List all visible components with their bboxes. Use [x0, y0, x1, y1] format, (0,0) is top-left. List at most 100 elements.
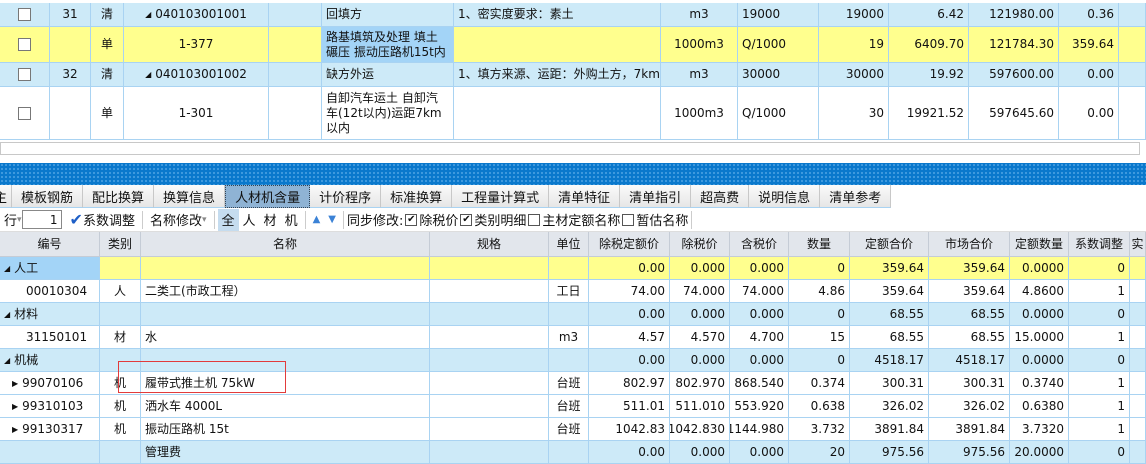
filter-1[interactable]: 人	[239, 209, 260, 231]
collapse-triangle-icon[interactable]: ◢	[145, 7, 151, 22]
blank-cell	[1119, 3, 1146, 26]
collapse-triangle-icon[interactable]: ◢	[4, 353, 10, 368]
checkbox[interactable]	[622, 213, 635, 226]
tab-10[interactable]: 超高费	[691, 185, 750, 208]
value-text: 802.97	[623, 375, 665, 390]
dropdown-icon: ▾	[201, 214, 207, 225]
value-text: 300.31	[882, 375, 924, 390]
cell: 68.55	[850, 326, 929, 348]
column-header[interactable]: 编号	[0, 232, 100, 256]
checkbox[interactable]: ✔	[460, 213, 473, 226]
group-row[interactable]: ◢ 材料 0.00 0.000 0.000 0 68.55 68.55 0.0000 0	[0, 303, 1146, 326]
filter-2[interactable]: 材	[260, 209, 281, 231]
cell	[430, 418, 549, 440]
value-text: 68.55	[889, 306, 924, 321]
qty-cell-text: 19	[868, 37, 884, 51]
column-header[interactable]: 单位	[549, 232, 589, 256]
qty-cell-text: 19000	[845, 7, 884, 21]
column-header[interactable]: 系数调整	[1069, 232, 1130, 256]
value-text: 4518.17	[874, 352, 924, 367]
value-text: 0.374	[810, 375, 845, 390]
tab-0[interactable]: 主	[0, 185, 13, 208]
row-selector[interactable]: 行 ▾ 1	[0, 209, 66, 231]
checkbox[interactable]: ✔	[405, 213, 418, 226]
collapse-triangle-icon[interactable]: ◢	[145, 67, 151, 82]
expr-cell-text: 19000	[742, 7, 781, 21]
expand-triangle-icon[interactable]: ▶	[12, 399, 18, 414]
name-modify-label: 名称修改	[149, 214, 202, 229]
row-checkbox[interactable]	[18, 106, 31, 120]
tab-2[interactable]: 配比换算	[83, 185, 155, 208]
table-row[interactable]: ▶ 99310103 机 洒水车 4000L 台班 511.01 511.010 553.92…	[0, 395, 1146, 418]
move-up-icon[interactable]: ▲	[309, 209, 325, 231]
tab-8[interactable]: 清单特征	[549, 185, 621, 208]
tab-12[interactable]: 清单参考	[820, 185, 892, 208]
tab-1[interactable]: 模板钢筋	[12, 185, 84, 208]
filter-3[interactable]: 机	[281, 209, 302, 231]
filter-0[interactable]: 全	[217, 208, 239, 231]
expand-triangle-icon[interactable]: ▶	[12, 422, 18, 437]
table-row[interactable]: 00010304 人 二类工(市政工程） 工日 74.00 74.000 74.000 4.8…	[0, 280, 1146, 303]
checkbox[interactable]	[0, 3, 50, 26]
cell: 1	[1069, 395, 1130, 417]
row-count-input[interactable]: 1	[21, 210, 62, 229]
cell: 326.02	[850, 395, 929, 417]
column-header[interactable]: 名称	[141, 232, 430, 256]
table-row[interactable]: 管理费 0.00 0.000 0.000 20 975.56 975.56 20.0000 0	[0, 441, 1146, 464]
checkbox[interactable]	[0, 63, 50, 86]
sync-option[interactable]: ✔ 类别明细	[458, 209, 526, 231]
tab-11[interactable]: 说明信息	[749, 185, 821, 208]
tab-3[interactable]: 换算信息	[154, 185, 226, 208]
coef-adjust-button[interactable]: ✔ 系数调整	[66, 209, 139, 231]
row-checkbox[interactable]	[18, 8, 31, 21]
extra-cell: 0.00	[1059, 63, 1119, 86]
cell: 975.56	[850, 441, 929, 463]
type-cell: 单	[91, 27, 124, 62]
tab-4[interactable]: 人材机含量	[225, 185, 311, 208]
column-header[interactable]: 实	[1130, 232, 1146, 256]
horizontal-scrollbar[interactable]	[0, 142, 1140, 155]
sync-option[interactable]: 主材定额名称	[526, 209, 620, 231]
qty-cell: 19000	[819, 3, 889, 26]
value-text: 868.540	[734, 375, 784, 390]
column-header[interactable]: 市场合价	[929, 232, 1010, 256]
table-row[interactable]: 单 1-301 自卸汽车运土 自卸汽车(12t以内)运距7km以内 1000m3 Q/1…	[0, 87, 1146, 140]
column-header[interactable]: 规格	[430, 232, 549, 256]
cell: 0.000	[730, 441, 789, 463]
tab-7[interactable]: 工程量计算式	[452, 185, 550, 208]
row-checkbox[interactable]	[18, 38, 31, 51]
column-header[interactable]: 数量	[789, 232, 850, 256]
feature-cell-text: 1、密实度要求：素土	[458, 7, 574, 21]
move-down-icon[interactable]: ▼	[324, 209, 340, 231]
collapse-triangle-icon[interactable]: ◢	[4, 261, 10, 276]
tab-5[interactable]: 计价程序	[310, 185, 382, 208]
table-row[interactable]: 31 清 ◢ 040103001001 回填方 1、密实度要求：素土 m3 19000 1900…	[0, 3, 1146, 27]
table-row[interactable]: 31150101 材 水 m3 4.57 4.570 4.700 15 68.55 68.55 15…	[0, 326, 1146, 349]
checkbox[interactable]	[0, 87, 50, 139]
column-header[interactable]: 定额合价	[850, 232, 929, 256]
tab-9[interactable]: 清单指引	[620, 185, 692, 208]
splitter-bar[interactable]	[0, 163, 1146, 185]
column-header[interactable]: 类别	[100, 232, 141, 256]
value-text: 1042.830	[670, 421, 725, 436]
table-row[interactable]: ▶ 99130317 机 振动压路机 15t 台班 1042.83 1042.830 1144…	[0, 418, 1146, 441]
column-header[interactable]: 除税定额价	[589, 232, 670, 256]
cell: 0	[1069, 441, 1130, 463]
checkbox[interactable]	[0, 27, 50, 62]
tab-6[interactable]: 标准换算	[381, 185, 453, 208]
sync-option[interactable]: 暂估名称	[620, 209, 688, 231]
table-row[interactable]: 单 1-377 路基填筑及处理 填土碾压 振动压路机15t内 1000m3 Q/1000…	[0, 27, 1146, 63]
table-row[interactable]: 32 清 ◢ 040103001002 缺方外运 1、填方来源、运距：外购土方，7km m3…	[0, 63, 1146, 87]
column-header[interactable]: 定额数量	[1010, 232, 1069, 256]
expand-triangle-icon[interactable]: ▶	[12, 376, 18, 391]
column-header[interactable]: 含税价	[730, 232, 789, 256]
group-row[interactable]: ◢ 人工 0.00 0.000 0.000 0 359.64 359.64 0.0000 0	[0, 257, 1146, 280]
checkbox[interactable]	[528, 213, 541, 226]
row-checkbox[interactable]	[18, 68, 31, 81]
seq-cell: 31	[50, 3, 91, 26]
cell: ◢ 机械	[0, 349, 100, 371]
column-header[interactable]: 除税价	[670, 232, 730, 256]
sync-option[interactable]: ✔ 除税价	[403, 209, 458, 231]
name-modify-dropdown[interactable]: 名称修改 ▾	[146, 209, 211, 231]
collapse-triangle-icon[interactable]: ◢	[4, 307, 10, 322]
